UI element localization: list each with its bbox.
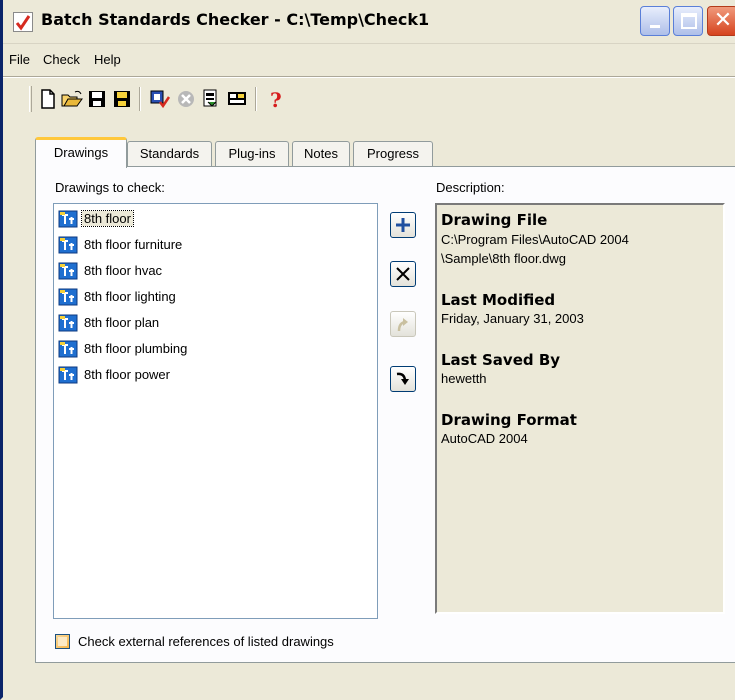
drawing-list-item-label: 8th floor furniture bbox=[84, 237, 183, 252]
drawings-list-label: Drawings to check: bbox=[55, 180, 165, 195]
check-button[interactable] bbox=[149, 88, 171, 110]
drawing-file-path-line1: C:\Program Files\AutoCAD 2004 bbox=[441, 232, 629, 247]
description-box: Drawing File C:\Program Files\AutoCAD 20… bbox=[435, 203, 725, 614]
toolbar-grip[interactable] bbox=[29, 86, 32, 112]
toolbar: ? bbox=[29, 84, 389, 114]
tab-drawings[interactable]: Drawings bbox=[35, 137, 127, 168]
app-window: Batch Standards Checker - C:\Temp\Check1… bbox=[0, 0, 735, 700]
tab-standards[interactable]: Standards bbox=[127, 141, 212, 167]
maximize-button[interactable] bbox=[673, 6, 703, 36]
new-button[interactable] bbox=[37, 88, 59, 110]
window-title: Batch Standards Checker - C:\Temp\Check1 bbox=[41, 10, 430, 29]
drawing-file-icon bbox=[58, 262, 78, 280]
view-report-icon bbox=[228, 92, 246, 105]
last-modified-heading: Last Modified bbox=[441, 291, 556, 309]
drawing-file-icon bbox=[58, 210, 78, 228]
save-as-icon bbox=[114, 91, 130, 107]
drawing-list-item-label: 8th floor plumbing bbox=[84, 341, 188, 356]
drawing-file-icon bbox=[58, 366, 78, 384]
toolbar-separator bbox=[139, 87, 141, 111]
last-modified-value: Friday, January 31, 2003 bbox=[441, 311, 584, 326]
drawing-file-icon bbox=[58, 288, 78, 306]
save-icon bbox=[89, 91, 105, 107]
move-up-button[interactable] bbox=[390, 311, 416, 337]
tab-plugins[interactable]: Plug-ins bbox=[215, 141, 289, 167]
add-drawing-button[interactable] bbox=[390, 212, 416, 238]
svg-text:?: ? bbox=[270, 88, 282, 110]
xref-checkbox-label[interactable]: Check external references of listed draw… bbox=[78, 634, 334, 649]
drawing-file-icon bbox=[58, 340, 78, 358]
move-down-icon bbox=[396, 372, 409, 385]
move-down-button[interactable] bbox=[390, 366, 416, 392]
remove-drawing-button[interactable] bbox=[390, 261, 416, 287]
open-button[interactable] bbox=[61, 88, 83, 110]
drawing-file-icon bbox=[58, 314, 78, 332]
stop-button[interactable] bbox=[175, 88, 197, 110]
menu-bar: File Check Help bbox=[3, 48, 735, 72]
drawing-format-value: AutoCAD 2004 bbox=[441, 431, 528, 446]
tab-progress[interactable]: Progress bbox=[353, 141, 433, 167]
minimize-button[interactable] bbox=[640, 6, 670, 36]
help-button[interactable]: ? bbox=[265, 88, 287, 112]
app-checkmark-icon[interactable] bbox=[13, 12, 33, 32]
drawing-list-item-label: 8th floor hvac bbox=[84, 263, 163, 278]
menu-separator bbox=[3, 76, 735, 78]
drawing-list-item-label: 8th floor bbox=[81, 210, 134, 227]
close-icon: ✕ bbox=[713, 8, 733, 33]
close-button[interactable]: ✕ bbox=[707, 6, 735, 36]
xref-checkbox[interactable] bbox=[55, 634, 70, 649]
drawing-file-path-line2: \Sample\8th floor.dwg bbox=[441, 251, 567, 266]
add-icon bbox=[396, 218, 410, 232]
maximize-icon bbox=[681, 13, 697, 29]
title-bar[interactable]: Batch Standards Checker - C:\Temp\Check1… bbox=[3, 0, 735, 44]
open-icon bbox=[61, 90, 83, 107]
remove-icon bbox=[396, 267, 410, 281]
tab-notes[interactable]: Notes bbox=[292, 141, 350, 167]
export-report-icon bbox=[203, 89, 217, 107]
drawings-list[interactable]: 8th floor 8th floor furniture 8th floor hv… bbox=[53, 203, 378, 619]
drawing-list-item-label: 8th floor power bbox=[84, 367, 170, 382]
menu-check[interactable]: Check bbox=[43, 52, 80, 67]
export-report-button[interactable] bbox=[200, 88, 222, 110]
check-icon bbox=[150, 90, 171, 109]
drawing-format-heading: Drawing Format bbox=[441, 411, 577, 429]
drawing-file-icon bbox=[58, 236, 78, 254]
drawing-list-item-label: 8th floor lighting bbox=[84, 289, 176, 304]
menu-help[interactable]: Help bbox=[94, 52, 121, 67]
move-up-icon bbox=[397, 318, 408, 332]
drawing-list-item-label: 8th floor plan bbox=[84, 315, 160, 330]
minimize-icon bbox=[650, 25, 660, 28]
help-icon: ? bbox=[270, 88, 282, 112]
last-saved-value: hewetth bbox=[441, 371, 487, 386]
view-report-button[interactable] bbox=[226, 88, 248, 110]
description-label: Description: bbox=[436, 180, 505, 195]
save-as-button[interactable] bbox=[111, 88, 133, 110]
toolbar-separator bbox=[255, 87, 257, 111]
new-icon bbox=[41, 89, 55, 109]
menu-file[interactable]: File bbox=[9, 52, 30, 67]
drawing-file-heading: Drawing File bbox=[441, 211, 548, 229]
save-button[interactable] bbox=[86, 88, 108, 110]
stop-icon bbox=[178, 91, 194, 107]
last-saved-heading: Last Saved By bbox=[441, 351, 561, 369]
